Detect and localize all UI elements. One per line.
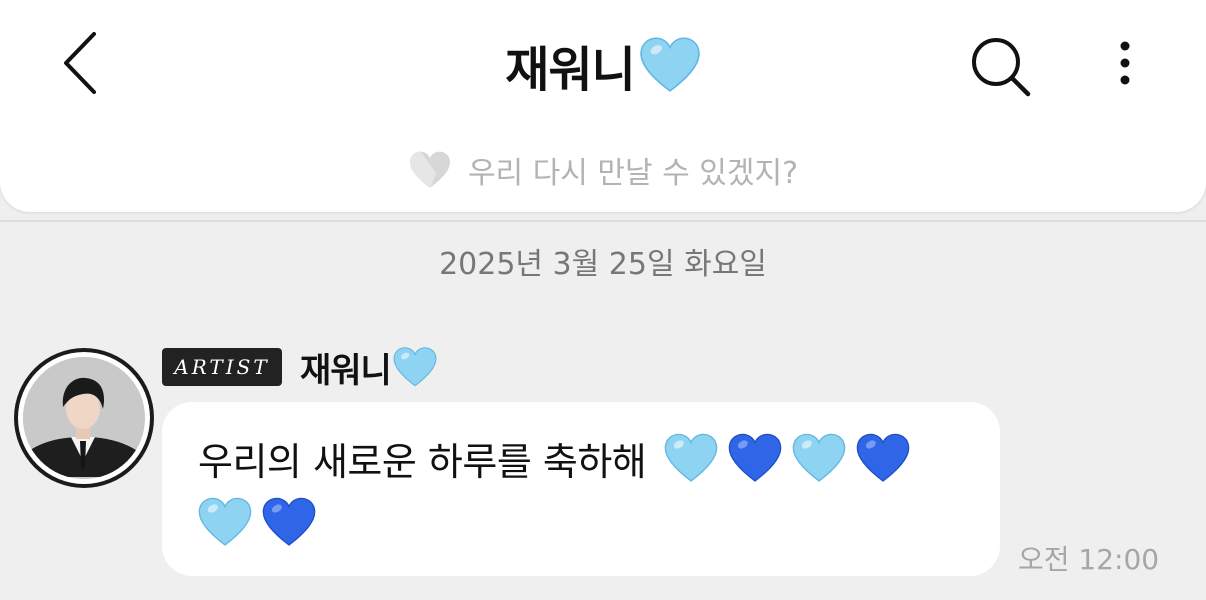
blue-heart-icon (856, 433, 910, 482)
chevron-left-icon (64, 32, 96, 94)
blue-heart-icon (262, 497, 316, 546)
sender-name-text: 재워니 (300, 350, 392, 391)
search-icon (972, 38, 1031, 97)
gray-heart-icon (409, 151, 450, 188)
more-vertical-icon (1120, 41, 1130, 85)
light-blue-heart-icon (639, 37, 700, 92)
more-button[interactable] (1100, 30, 1150, 100)
message-text: 우리의 새로운 하루를 축하해 (198, 439, 647, 484)
back-button[interactable] (52, 28, 112, 98)
light-blue-heart-icon (198, 497, 252, 546)
artist-badge: ARTIST (162, 348, 282, 386)
status-message: 우리 다시 만날 수 있겠지? (0, 145, 1206, 195)
sender-name: 재워니 (300, 342, 437, 392)
date-separator: 2025년 3월 25일 화요일 (439, 247, 767, 282)
chat-title: 재워니 (380, 30, 826, 100)
light-blue-heart-icon (664, 433, 718, 482)
status-text: 우리 다시 만날 수 있겠지? (467, 156, 799, 191)
avatar-photo (23, 357, 145, 479)
light-blue-heart-icon (393, 347, 437, 387)
search-button[interactable] (962, 30, 1038, 100)
message-bubble[interactable]: 우리의 새로운 하루를 축하해 (162, 402, 1000, 576)
blue-heart-icon (728, 433, 782, 482)
chat-title-text: 재워니 (505, 42, 635, 98)
avatar[interactable] (14, 348, 154, 488)
message-timestamp: 오전 12:00 (1018, 543, 1160, 576)
header-divider (0, 220, 1206, 222)
light-blue-heart-icon (792, 433, 846, 482)
